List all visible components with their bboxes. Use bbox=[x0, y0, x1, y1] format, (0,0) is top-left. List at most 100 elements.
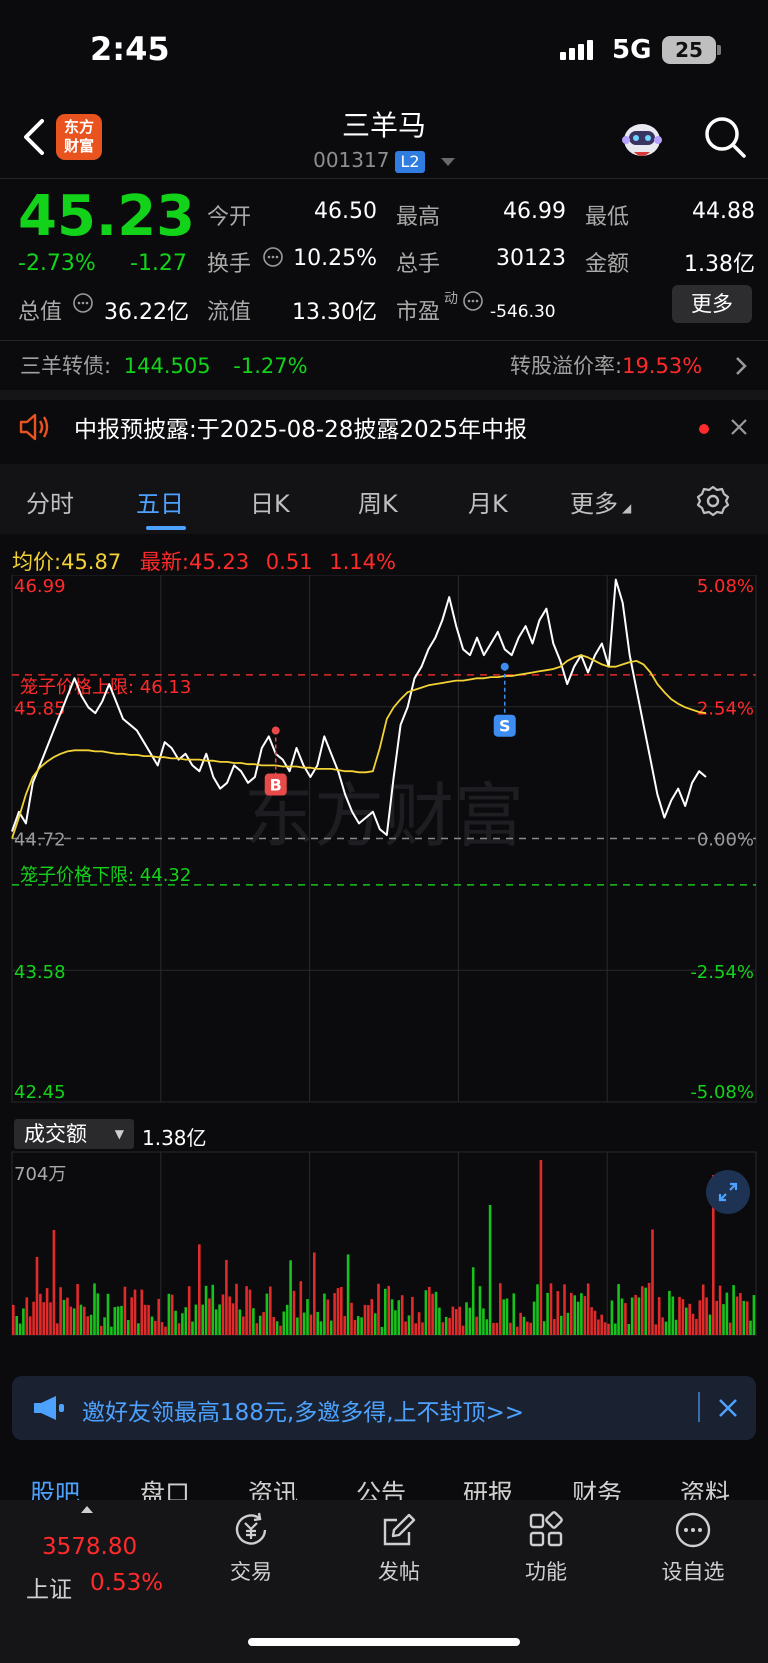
premium-row[interactable]: 转股溢价率:19.53% bbox=[510, 350, 702, 380]
sub-tab-profile[interactable]: 资料 bbox=[680, 1474, 730, 1500]
volume-bar bbox=[194, 1304, 198, 1335]
change-percent: -2.73% bbox=[18, 251, 96, 276]
volume-bar bbox=[110, 1326, 113, 1335]
volume-bar bbox=[147, 1305, 150, 1335]
tab-month-k[interactable]: 月K bbox=[468, 484, 508, 519]
fullscreen-button[interactable] bbox=[706, 1170, 750, 1214]
close-notice-button[interactable] bbox=[728, 416, 750, 442]
volume-bar bbox=[532, 1301, 536, 1335]
tab-week-k[interactable]: 周K bbox=[358, 484, 398, 519]
volume-bar bbox=[184, 1307, 188, 1335]
nav-trade[interactable]: 交易 bbox=[196, 1510, 306, 1586]
y-tick-price: 42.45 bbox=[14, 1082, 66, 1103]
pe-info-icon[interactable] bbox=[462, 290, 484, 316]
tab-intraday[interactable]: 分时 bbox=[26, 484, 74, 519]
premium-label: 转股溢价率: bbox=[510, 354, 623, 378]
volume-bar bbox=[722, 1304, 725, 1335]
volume-bar bbox=[363, 1304, 367, 1335]
volume-bar bbox=[745, 1301, 749, 1335]
tab-day-k[interactable]: 日K bbox=[250, 484, 290, 519]
volume-bar bbox=[614, 1323, 617, 1335]
volume-bar bbox=[157, 1298, 160, 1335]
float-label: 流值 bbox=[207, 300, 252, 325]
sub-tab-research[interactable]: 研报 bbox=[463, 1474, 513, 1500]
volume-bar bbox=[15, 1316, 18, 1335]
sub-tab-news[interactable]: 资讯 bbox=[248, 1474, 298, 1500]
volume-bar bbox=[198, 1244, 201, 1335]
pe-label: 市盈 bbox=[396, 300, 441, 325]
nav-functions[interactable]: 功能 bbox=[491, 1510, 601, 1586]
nav-watchlist[interactable]: 设自选 bbox=[638, 1510, 748, 1586]
volume-bar bbox=[468, 1307, 472, 1335]
volume-bar bbox=[590, 1307, 593, 1335]
more-button[interactable]: 更多 bbox=[672, 285, 752, 323]
volume-bar bbox=[329, 1320, 333, 1335]
volume-bar bbox=[245, 1286, 248, 1335]
tab-more[interactable]: 更多 ◢ bbox=[570, 484, 631, 519]
y-tick-percent: 5.08% bbox=[697, 576, 754, 597]
nav-post[interactable]: 发帖 bbox=[344, 1510, 454, 1586]
volume-bar bbox=[133, 1289, 137, 1335]
volume-bar bbox=[499, 1283, 502, 1335]
mktcap-info-icon[interactable] bbox=[72, 292, 94, 318]
volume-bar bbox=[593, 1310, 597, 1335]
volume-bar bbox=[356, 1316, 360, 1335]
volume-bar bbox=[292, 1290, 296, 1335]
volume-bar bbox=[641, 1286, 644, 1335]
volume-bar bbox=[211, 1284, 215, 1335]
tab-five-day[interactable]: 五日 bbox=[136, 484, 184, 519]
volume-bar bbox=[526, 1321, 529, 1335]
chart-settings-button[interactable] bbox=[696, 484, 730, 522]
y-tick-percent: -2.54% bbox=[690, 962, 754, 983]
nav-trade-label: 交易 bbox=[230, 1560, 272, 1584]
volume-bar bbox=[360, 1317, 363, 1335]
volume-bar bbox=[42, 1302, 45, 1335]
price-chart[interactable]: 东方财富笼子价格上限: 46.13笼子价格下限: 44.3246.99 5.08%… bbox=[0, 575, 768, 1337]
volume-bar bbox=[668, 1290, 671, 1335]
sub-tab-guba[interactable]: 股吧 bbox=[30, 1474, 80, 1500]
nav-post-label: 发帖 bbox=[378, 1560, 420, 1584]
volume-bar bbox=[414, 1323, 417, 1335]
volume-bar bbox=[83, 1306, 86, 1335]
y-tick-percent: -5.08% bbox=[690, 1082, 754, 1103]
volume-bar bbox=[661, 1317, 664, 1335]
volume-bar bbox=[725, 1292, 729, 1335]
edit-icon bbox=[383, 1513, 416, 1546]
volume-bar bbox=[106, 1293, 110, 1335]
search-button[interactable] bbox=[702, 114, 748, 160]
volume-bar bbox=[624, 1303, 627, 1335]
volume-selector-label: 成交额 bbox=[24, 1122, 87, 1146]
expand-up-icon[interactable] bbox=[81, 1506, 93, 1513]
volume-bar bbox=[536, 1284, 539, 1335]
volume-selector[interactable]: 成交额 ▼ bbox=[14, 1119, 134, 1149]
volume-bar bbox=[350, 1302, 353, 1335]
volume-bar bbox=[181, 1313, 184, 1335]
assistant-robot-icon[interactable] bbox=[618, 114, 666, 162]
volume-bar bbox=[140, 1289, 144, 1335]
expand-icon bbox=[718, 1182, 738, 1202]
convertible-bond-row[interactable]: 三羊转债: 144.505 -1.27% bbox=[20, 350, 308, 380]
notice-text[interactable]: 中报预披露:于2025-08-28披露2025年中报 bbox=[74, 410, 527, 444]
volume-bar bbox=[59, 1287, 62, 1335]
sub-tab-announcements[interactable]: 公告 bbox=[356, 1474, 406, 1500]
volume-bar bbox=[255, 1323, 259, 1335]
close-icon[interactable] bbox=[716, 1396, 740, 1420]
chart-info-row: 均价:45.87 最新:45.23 0.51 1.14% bbox=[12, 546, 396, 576]
volume-bar bbox=[749, 1320, 752, 1335]
volume-bar bbox=[739, 1293, 742, 1335]
chevron-right-icon[interactable] bbox=[734, 355, 748, 381]
volume-bar bbox=[546, 1292, 549, 1335]
dropdown-icon: ▼ bbox=[114, 1127, 124, 1141]
volume-bar bbox=[428, 1286, 431, 1335]
invite-banner[interactable]: 邀好友领最高188元,多邀多得,上不封顶>> bbox=[12, 1376, 756, 1440]
volume-bar bbox=[509, 1322, 512, 1335]
volume-bar bbox=[79, 1304, 83, 1335]
index-value[interactable]: 3578.80 bbox=[42, 1534, 137, 1560]
sub-tab-finance[interactable]: 财务 bbox=[572, 1474, 622, 1500]
volume-bar bbox=[120, 1305, 123, 1335]
sub-tab-pankou[interactable]: 盘口 bbox=[140, 1474, 190, 1500]
volume-bar bbox=[380, 1326, 384, 1335]
search-icon bbox=[705, 117, 746, 158]
volume-bar bbox=[25, 1297, 29, 1335]
volume-bar bbox=[130, 1297, 133, 1335]
